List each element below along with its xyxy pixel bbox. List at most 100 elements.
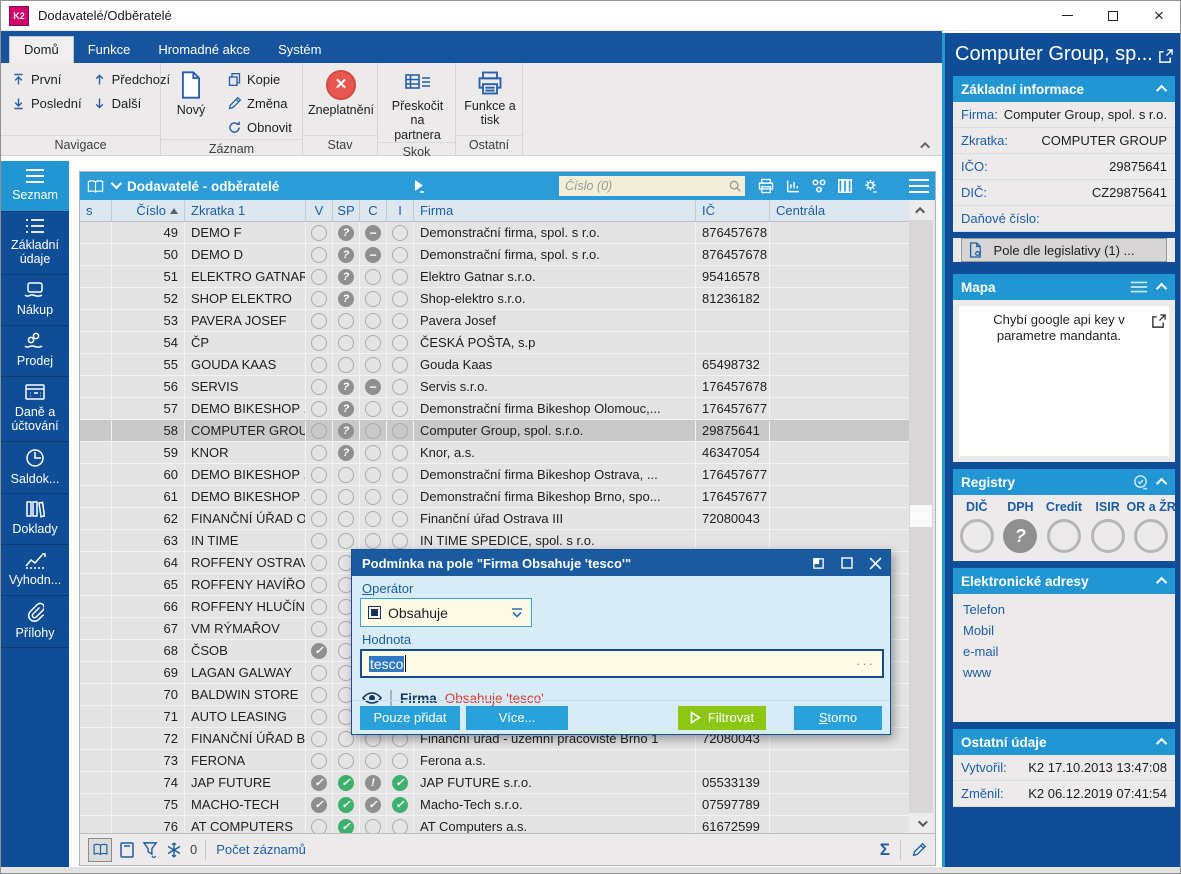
section-header-mapa[interactable]: Mapa <box>953 274 1175 300</box>
book-view-button[interactable] <box>88 838 112 862</box>
edit-pencil-icon[interactable] <box>911 842 927 858</box>
change-button[interactable]: Změna <box>223 91 296 115</box>
invalidate-button[interactable]: ✕ Zneplatnění <box>306 67 376 135</box>
chevron-down-icon[interactable] <box>111 177 122 188</box>
table-row[interactable]: 73 FERONA Ferona a.s. <box>80 750 910 772</box>
check-circle-icon[interactable] <box>1132 474 1149 491</box>
chart-icon[interactable] <box>784 178 801 194</box>
table-row[interactable]: 51 ELEKTRO GATNAR ... Elektro Gatnar s.r… <box>80 266 910 288</box>
table-row[interactable]: 74 JAP FUTURE JAP FUTURE s.r.o. 05533139 <box>80 772 910 794</box>
functions-print-button[interactable]: Funkce a tisk <box>462 67 518 135</box>
value-input[interactable]: tesco ··· <box>360 649 884 678</box>
more-button[interactable]: Více... <box>466 706 568 730</box>
address-link[interactable]: e-mail <box>953 641 1175 662</box>
table-row[interactable]: 59 KNOR Knor, a.s. 46347054 <box>80 442 910 464</box>
dialog-titlebar[interactable]: Podmínka na pole "Firma Obsahuje 'tesco'… <box>352 550 890 576</box>
refresh-button[interactable]: Obnovit <box>223 115 296 139</box>
first-button[interactable]: První <box>7 67 86 91</box>
column-header-zkratka[interactable]: Zkratka 1 <box>185 200 306 221</box>
dialog-close-icon[interactable] <box>869 557 882 570</box>
last-button[interactable]: Poslední <box>7 91 86 115</box>
column-header-ic[interactable]: IČ <box>696 200 770 221</box>
collapse-icon[interactable] <box>1156 478 1167 489</box>
book-icon[interactable] <box>86 178 105 195</box>
scroll-up-button[interactable] <box>909 200 933 220</box>
ribbon-tab[interactable]: Domů <box>9 36 74 63</box>
copy-button[interactable]: Kopie <box>223 67 296 91</box>
registry-item[interactable]: OR a ŽR <box>1129 500 1173 553</box>
collapse-icon[interactable] <box>1156 85 1167 96</box>
legislativa-button[interactable]: Pole dle legislativy (1) ... <box>961 238 1167 262</box>
new-button[interactable]: Nový <box>167 67 215 139</box>
registry-item[interactable]: DPH <box>999 500 1043 553</box>
sidebar-item-nakup[interactable]: Nákup <box>1 275 69 326</box>
dialog-dock-icon[interactable] <box>812 557 825 570</box>
sidebar-item-zakladni-udaje[interactable]: Základní údaje <box>1 212 69 275</box>
operator-select[interactable]: Obsahuje <box>360 598 532 627</box>
ellipsis-button[interactable]: ··· <box>856 656 875 671</box>
snowflake-icon[interactable] <box>166 842 182 858</box>
ribbon-tab[interactable]: Systém <box>264 37 335 63</box>
ribbon-tab[interactable]: Funkce <box>74 37 145 63</box>
column-header-v[interactable]: V <box>306 200 333 221</box>
scrollbar-thumb[interactable] <box>910 505 932 527</box>
table-row[interactable]: 61 DEMO BIKESHOP ... Demonstrační firma … <box>80 486 910 508</box>
card-view-icon[interactable] <box>120 842 134 858</box>
sidebar-item-doklady[interactable]: Doklady <box>1 494 69 545</box>
open-external-icon[interactable] <box>1158 49 1173 64</box>
add-only-button[interactable]: Pouze přidat <box>360 706 460 730</box>
registry-item[interactable]: ISIR <box>1086 500 1130 553</box>
map-external-icon[interactable] <box>1151 314 1166 329</box>
map-options-icon[interactable] <box>1129 280 1149 294</box>
sidebar-item-prilohy[interactable]: Přílohy <box>1 596 69 648</box>
sidebar-item-vyhodnoceni[interactable]: Vyhodn... <box>1 545 69 596</box>
registry-item[interactable]: Credit <box>1042 500 1086 553</box>
table-row[interactable]: 75 MACHO-TECH Macho-Tech s.r.o. 07597789 <box>80 794 910 816</box>
table-row[interactable]: 53 PAVERA JOSEF Pavera Josef <box>80 310 910 332</box>
filter-button[interactable]: Filtrovat <box>678 706 766 730</box>
panel-menu-icon[interactable] <box>907 178 931 194</box>
sidebar-item-prodej[interactable]: Prodej <box>1 326 69 377</box>
vertical-scrollbar[interactable] <box>909 200 933 833</box>
address-link[interactable]: www <box>953 662 1175 683</box>
settings-gear-icon[interactable] <box>862 178 879 194</box>
sidebar-item-saldokonto[interactable]: Saldok... <box>1 442 69 494</box>
print-icon[interactable] <box>757 178 775 194</box>
registry-item[interactable]: DIČ <box>955 500 999 553</box>
table-row[interactable]: 54 ČP ČESKÁ POŠTA, s.p <box>80 332 910 354</box>
table-row[interactable]: 49 DEMO F Demonstrační firma, spol. s r.… <box>80 222 910 244</box>
column-header-c[interactable]: C <box>360 200 387 221</box>
sidebar-item-dane-a-uctovani[interactable]: Daně a účtování <box>1 377 69 442</box>
search-input[interactable] <box>559 176 745 196</box>
section-header-adresy[interactable]: Elektronické adresy <box>953 568 1175 594</box>
related-records-icon[interactable] <box>810 178 828 194</box>
table-row[interactable]: 60 DEMO BIKESHOP ... Demonstrační firma … <box>80 464 910 486</box>
section-header-registry[interactable]: Registry <box>953 469 1175 495</box>
maximize-button[interactable] <box>1090 1 1136 30</box>
column-header-firma[interactable]: Firma <box>414 200 696 221</box>
section-header-ostatni[interactable]: Ostatní údaje <box>953 729 1175 755</box>
table-row[interactable]: 50 DEMO D Demonstrační firma, spol. s r.… <box>80 244 910 266</box>
dialog-maximize-icon[interactable] <box>841 557 853 569</box>
section-header-zakladni[interactable]: Základní informace <box>953 76 1175 102</box>
column-header-i[interactable]: I <box>387 200 414 221</box>
collapse-icon[interactable] <box>1156 577 1167 588</box>
address-link[interactable]: Mobil <box>953 620 1175 641</box>
column-header-centrala[interactable]: Centrála <box>770 200 910 221</box>
collapse-icon[interactable] <box>1156 283 1167 294</box>
table-row[interactable]: 62 FINANČNÍ ÚŘAD O... Finanční úřad Ostr… <box>80 508 910 530</box>
ribbon-tab[interactable]: Hromadné akce <box>144 37 264 63</box>
column-header-sp[interactable]: SP <box>333 200 360 221</box>
collapse-icon[interactable] <box>1156 738 1167 749</box>
close-button[interactable]: × <box>1136 1 1181 30</box>
scroll-down-button[interactable] <box>909 813 933 833</box>
cancel-button[interactable]: Storno <box>794 706 882 730</box>
jump-to-partner-button[interactable]: Přeskočit na partnera <box>384 67 451 142</box>
table-row[interactable]: 52 SHOP ELEKTRO Shop-elektro s.r.o. 8123… <box>80 288 910 310</box>
table-row[interactable]: 58 COMPUTER GROUP Computer Group, spol. … <box>80 420 910 442</box>
minimize-button[interactable] <box>1044 1 1090 30</box>
column-header-s[interactable]: s <box>80 200 112 221</box>
sidebar-item-seznam[interactable]: Seznam <box>1 161 69 212</box>
columns-icon[interactable] <box>837 178 853 194</box>
address-link[interactable]: Telefon <box>953 599 1175 620</box>
